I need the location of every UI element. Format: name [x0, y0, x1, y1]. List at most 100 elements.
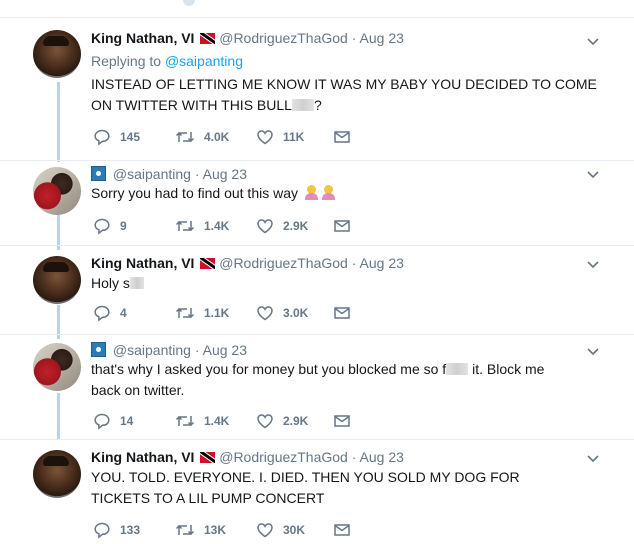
username[interactable]: @saipanting: [113, 166, 191, 182]
avatar[interactable]: [33, 30, 81, 78]
separator: ·: [351, 255, 357, 271]
like-button[interactable]: 2.9K: [256, 217, 308, 235]
tweet-header: King Nathan, VI @RodriguezThaGod · Aug 2…: [91, 30, 404, 46]
avatar[interactable]: [33, 450, 81, 498]
retweet-button[interactable]: 1.4K: [175, 217, 229, 235]
like-button[interactable]: 30K: [256, 521, 305, 539]
retweet-button[interactable]: 1.4K: [175, 412, 229, 430]
direct-message-icon: [334, 307, 350, 319]
reply-icon: [94, 129, 110, 146]
direct-message-icon: [334, 524, 350, 536]
woman-shrugging-emoji: [321, 185, 336, 200]
trinidad-flag-icon: [200, 33, 216, 44]
chevron-down-icon[interactable]: [586, 344, 600, 358]
retweet-icon: [175, 415, 195, 427]
tweet-text: Sorry you had to find out this way: [91, 183, 601, 204]
retweet-button[interactable]: 13K: [175, 521, 226, 539]
reply-button[interactable]: 145: [93, 128, 140, 146]
tweet-text-part: INSTEAD OF LETTING ME KNOW IT WAS MY BAB…: [91, 76, 597, 113]
tweet-date[interactable]: Aug 23: [203, 342, 247, 358]
username[interactable]: @saipanting: [113, 342, 191, 358]
separator: ·: [351, 449, 357, 465]
replying-prefix: Replying to: [91, 53, 162, 69]
tweet[interactable]: King Nathan, VI @RodriguezThaGod · Aug 2…: [0, 18, 634, 161]
direct-message-button[interactable]: [333, 412, 360, 430]
previous-tweet-edge: [0, 0, 634, 18]
retweet-count: 1.1K: [204, 306, 230, 320]
tweet-text-part: that's why I asked you for money but you…: [91, 361, 447, 377]
direct-message-button[interactable]: [333, 128, 360, 146]
chevron-down-icon[interactable]: [586, 167, 600, 181]
woman-shrugging-emoji: [304, 185, 319, 200]
like-icon: [257, 306, 273, 321]
tweet-date[interactable]: Aug 23: [203, 166, 247, 182]
reply-button[interactable]: 133: [93, 521, 140, 539]
display-name[interactable]: King Nathan, VI: [91, 255, 194, 271]
chevron-down-icon[interactable]: [586, 257, 600, 271]
display-name[interactable]: King Nathan, VI: [91, 449, 194, 465]
tweet-text: that's why I asked you for money but you…: [91, 359, 561, 401]
retweet-icon: [175, 524, 195, 536]
like-count: 3.0K: [283, 306, 309, 320]
reply-button[interactable]: 14: [93, 412, 133, 430]
retweet-button[interactable]: 1.1K: [175, 304, 229, 322]
tweet[interactable]: King Nathan, VI @RodriguezThaGod · Aug 2…: [0, 246, 634, 335]
tweet[interactable]: @saipanting · Aug 23 Sorry you had to fi…: [0, 161, 634, 246]
retweet-count: 4.0K: [204, 130, 230, 144]
direct-message-button[interactable]: [333, 521, 360, 539]
censored-text: [446, 363, 469, 375]
tweet-date[interactable]: Aug 23: [360, 30, 404, 46]
like-icon: [257, 219, 273, 234]
reply-icon: [94, 218, 110, 235]
profile-badge-icon: [91, 166, 106, 181]
avatar[interactable]: [33, 343, 81, 391]
like-button[interactable]: 11K: [256, 128, 304, 146]
chevron-down-icon[interactable]: [586, 451, 600, 465]
direct-message-button[interactable]: [333, 217, 360, 235]
tweet[interactable]: King Nathan, VI @RodriguezThaGod · Aug 2…: [0, 440, 634, 544]
tweet-header: @saipanting · Aug 23: [91, 166, 247, 182]
censored-text: [129, 277, 144, 289]
direct-message-icon: [334, 220, 350, 232]
tweet-date[interactable]: Aug 23: [360, 255, 404, 271]
tweet-text: YOU. TOLD. EVERYONE. I. DIED. THEN YOU S…: [91, 467, 581, 509]
like-icon: [257, 523, 273, 538]
direct-message-icon: [334, 131, 350, 143]
avatar[interactable]: [33, 167, 81, 215]
reply-count: 145: [120, 130, 141, 144]
avatar[interactable]: [33, 256, 81, 304]
like-button[interactable]: 2.9K: [256, 412, 308, 430]
replying-to: Replying to @saipanting: [91, 53, 243, 69]
reply-icon: [94, 522, 110, 539]
retweet-count: 13K: [204, 523, 227, 537]
replying-handle-link[interactable]: @saipanting: [165, 53, 243, 69]
reply-button[interactable]: 9: [93, 217, 127, 235]
display-name[interactable]: King Nathan, VI: [91, 30, 194, 46]
username[interactable]: @RodriguezThaGod: [219, 255, 348, 271]
tweet-text-part: YOU. TOLD. EVERYONE. I. DIED. THEN YOU S…: [91, 469, 520, 506]
separator: ·: [194, 342, 200, 358]
tweet-header: King Nathan, VI @RodriguezThaGod · Aug 2…: [91, 449, 404, 465]
reply-button[interactable]: 4: [93, 304, 127, 322]
like-button[interactable]: 3.0K: [256, 304, 308, 322]
username[interactable]: @RodriguezThaGod: [219, 30, 348, 46]
tweet-date[interactable]: Aug 23: [360, 449, 404, 465]
tweet-text-part: ?: [313, 97, 322, 113]
tweet-header: @saipanting · Aug 23: [91, 342, 247, 358]
tweet-text-part: Sorry you had to find out this way: [91, 185, 298, 201]
reply-icon: [94, 305, 110, 322]
direct-message-button[interactable]: [333, 304, 360, 322]
tweet-header: King Nathan, VI @RodriguezThaGod · Aug 2…: [91, 255, 404, 271]
retweet-icon: [175, 220, 195, 232]
chevron-down-icon[interactable]: [586, 34, 600, 48]
retweet-icon: [175, 307, 195, 319]
like-icon: [257, 130, 273, 145]
trinidad-flag-icon: [200, 258, 216, 269]
tweet-text: INSTEAD OF LETTING ME KNOW IT WAS MY BAB…: [91, 74, 601, 116]
retweet-button[interactable]: 4.0K: [175, 128, 229, 146]
like-count: 2.9K: [283, 414, 309, 428]
username[interactable]: @RodriguezThaGod: [219, 449, 348, 465]
tweet[interactable]: @saipanting · Aug 23 that's why I asked …: [0, 335, 634, 440]
retweet-count: 1.4K: [204, 414, 230, 428]
profile-badge-icon: [91, 342, 106, 357]
